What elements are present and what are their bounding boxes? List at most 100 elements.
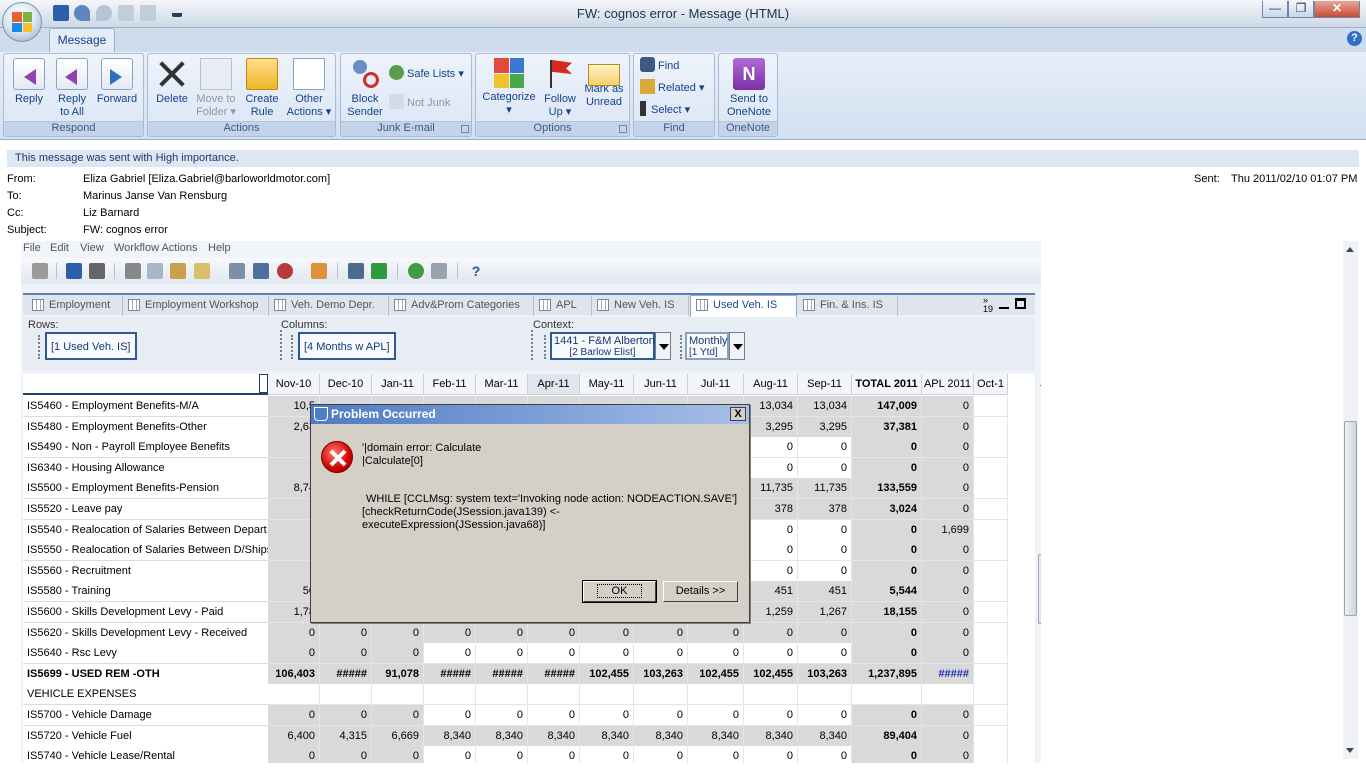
grid-cell[interactable]: 0 [798,520,852,541]
row-label[interactable]: IS5720 - Vehicle Fuel [23,726,268,747]
column-header[interactable]: Oct-1 [974,374,1008,395]
grid-cell[interactable]: 0 [922,417,974,438]
tab-maximize-icon[interactable] [1015,298,1026,309]
grid-cell[interactable]: 0 [798,643,852,664]
help-icon[interactable]: ? [1347,31,1362,46]
grid-cell[interactable]: 0 [852,623,922,644]
grid-cell[interactable]: 8,340 [798,726,852,747]
menu-workflow-actions[interactable]: Workflow Actions [114,242,198,254]
grid-vertical-scrollbar[interactable] [1037,374,1041,763]
grid-cell[interactable]: 0 [424,643,476,664]
grid-cell[interactable] [974,458,1008,479]
grid-cell[interactable]: 0 [852,520,922,541]
grid-cell[interactable]: 8,340 [688,726,744,747]
ok-button[interactable]: OK [582,580,657,603]
grid-cell[interactable]: 106,403 [268,664,320,685]
reply-button[interactable]: Reply [8,58,50,106]
menu-view[interactable]: View [80,242,104,254]
grid-cell[interactable]: 451 [798,581,852,602]
column-header[interactable]: Jun-11 [634,374,688,395]
grid-cell[interactable]: 0 [798,746,852,763]
grid-cell[interactable] [974,437,1008,458]
grid-cell[interactable]: 0 [372,705,424,726]
options-launcher-icon[interactable] [619,125,627,133]
grid-cell[interactable]: 11,735 [798,478,852,499]
grid-cell[interactable]: 0 [922,540,974,561]
grid-cell[interactable]: 0 [922,705,974,726]
grid-cell[interactable]: 0 [476,746,528,763]
grid-cell[interactable]: 0 [634,643,688,664]
rows-grip[interactable] [38,335,43,359]
rows-dimension[interactable]: [1 Used Veh. IS] [45,332,137,360]
submit-icon[interactable] [371,263,387,279]
row-label[interactable]: IS5550 - Realocation of Salaries Between… [23,540,268,561]
paste-special-icon[interactable] [194,263,210,279]
grid-cell[interactable]: 4,315 [320,726,372,747]
context-period-dimension[interactable]: Monthly [1 Ytd] [685,332,729,360]
grid-cell[interactable]: 0 [268,623,320,644]
grid-cell[interactable]: 1,699 [922,520,974,541]
copy-icon[interactable] [147,263,163,279]
grid-cell[interactable]: 37,381 [852,417,922,438]
chart-icon[interactable] [311,263,327,279]
cc-value[interactable]: Liz Barnard [83,207,139,219]
grid-cell[interactable]: 0 [922,458,974,479]
refresh-icon[interactable] [431,263,447,279]
grid-cell[interactable]: 378 [798,499,852,520]
grid-cell[interactable]: 0 [922,499,974,520]
column-header[interactable]: Aug-11 [744,374,798,395]
grid-cell[interactable]: 0 [922,623,974,644]
grid-cell[interactable]: 451 [744,581,798,602]
grid-cell[interactable]: 0 [528,643,580,664]
grid-cell[interactable]: 0 [852,705,922,726]
grid-cell[interactable]: 0 [922,602,974,623]
grid-cell[interactable]: 103,263 [798,664,852,685]
minimize-button[interactable]: — [1262,1,1288,18]
grid-cell[interactable]: 1,259 [744,602,798,623]
grid-cell[interactable]: 18,155 [852,602,922,623]
follow-up-button[interactable]: Follow Up ▾ [539,58,581,119]
grid-scroll-thumb[interactable] [1038,554,1041,624]
tab-minimize-icon[interactable] [999,307,1009,309]
details-button[interactable]: Details >> [663,581,738,602]
scroll-down-icon[interactable] [1346,748,1354,757]
grid-cell[interactable]: 0 [922,396,974,417]
grid-cell[interactable] [580,684,634,705]
grid-cell[interactable] [974,746,1008,763]
grid-cell[interactable]: 102,455 [744,664,798,685]
grid-cell[interactable]: 0 [268,643,320,664]
grid-cell[interactable]: 13,034 [798,396,852,417]
column-header[interactable]: Nov-10 [268,374,320,395]
row-label[interactable]: IS5520 - Leave pay [23,499,268,520]
grid-cell[interactable]: 3,024 [852,499,922,520]
grid-cell[interactable]: 0 [798,437,852,458]
grid-cell[interactable] [974,623,1008,644]
go-up-icon[interactable] [408,263,424,279]
grid-cell[interactable] [974,417,1008,438]
row-label[interactable]: IS5699 - USED REM -OTH [23,664,268,685]
row-label[interactable]: IS5540 - Realocation of Salaries Between… [23,520,268,541]
reply-all-button[interactable]: Reply to All [50,58,94,119]
safe-lists-button[interactable]: Safe Lists ▾ [389,64,464,84]
grid-cell[interactable] [372,684,424,705]
grid-cell[interactable]: 8,340 [634,726,688,747]
print-icon[interactable] [89,263,105,279]
grid-cell[interactable] [268,684,320,705]
grid-cell[interactable]: 0 [922,478,974,499]
cut-icon[interactable] [125,263,141,279]
grid-cell[interactable]: 0 [634,623,688,644]
grid-cell[interactable]: 0 [688,705,744,726]
grid-cell[interactable]: 3,295 [744,417,798,438]
find-button[interactable]: Find [640,56,679,76]
column-header[interactable]: Apr-11 [528,374,580,395]
grid-cell[interactable]: 0 [634,705,688,726]
grid-cell[interactable]: 8,340 [476,726,528,747]
grid-cell[interactable]: 0 [580,643,634,664]
column-header[interactable]: Mar-11 [476,374,528,395]
grid-cell[interactable] [974,602,1008,623]
grid-cell[interactable] [744,684,798,705]
row-label[interactable]: IS6340 - Housing Allowance [23,458,268,479]
grid-cell[interactable]: 0 [798,705,852,726]
more-tabs-button[interactable]: » 19 [983,296,995,314]
grid-cell[interactable]: 0 [744,561,798,582]
